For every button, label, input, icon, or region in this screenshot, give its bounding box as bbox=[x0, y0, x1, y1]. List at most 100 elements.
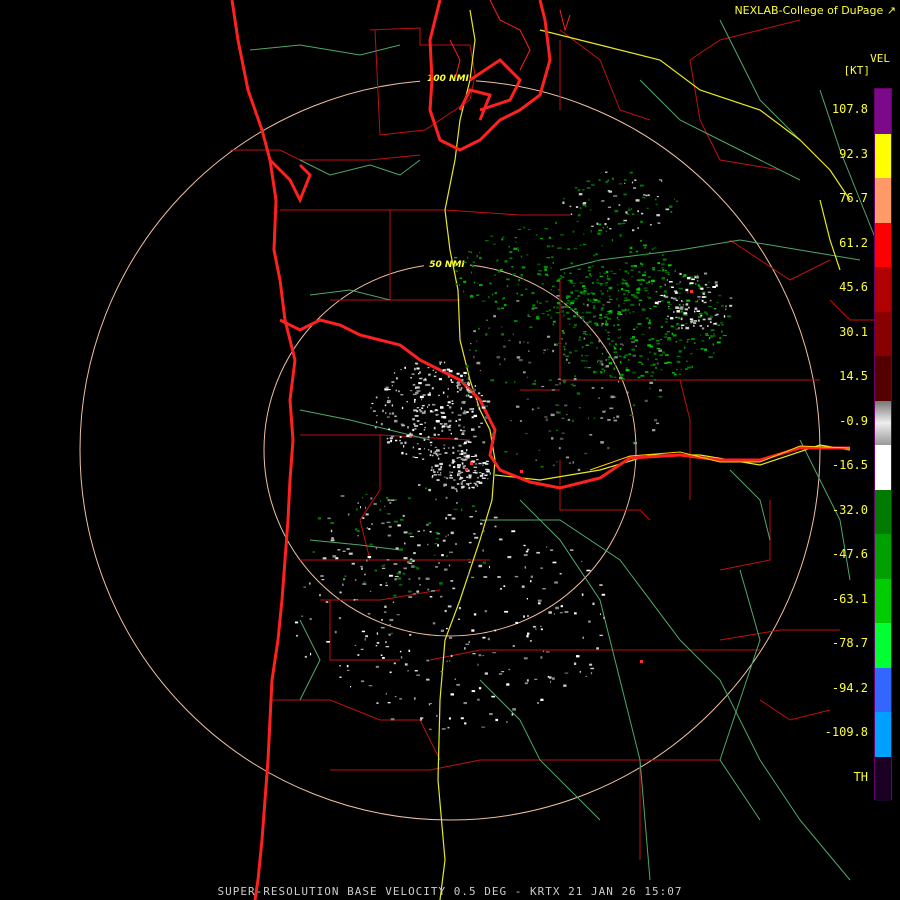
echo-pixel bbox=[504, 610, 509, 613]
echo-pixel bbox=[609, 374, 612, 377]
echo-pixel bbox=[620, 360, 622, 364]
echo-pixel bbox=[607, 446, 610, 450]
echo-pixel bbox=[542, 650, 545, 653]
echo-pixel bbox=[572, 315, 576, 318]
echo-pixel bbox=[551, 437, 554, 440]
echo-pixel bbox=[582, 636, 584, 639]
echo-pixel bbox=[492, 243, 496, 245]
echo-pixel bbox=[652, 429, 656, 432]
echo-pixel bbox=[422, 394, 426, 396]
echo-pixel bbox=[607, 190, 610, 192]
echo-pixel bbox=[675, 316, 678, 319]
echo-pixel bbox=[666, 361, 671, 363]
echo-pixel bbox=[403, 531, 408, 534]
echo-pixel bbox=[458, 424, 461, 427]
echo-pixel bbox=[465, 365, 469, 368]
echo-pixel bbox=[560, 303, 562, 306]
echo-pixel bbox=[618, 304, 620, 307]
echo-pixel bbox=[636, 288, 641, 291]
echo-pixel bbox=[388, 389, 391, 391]
echo-pixel bbox=[622, 279, 627, 282]
echo-pixel bbox=[647, 358, 650, 361]
echo-pixel bbox=[623, 300, 628, 302]
echo-pixel bbox=[627, 209, 631, 211]
echo-pixel bbox=[637, 210, 639, 213]
echo-pixel bbox=[598, 339, 600, 343]
echo-pixel bbox=[338, 617, 342, 620]
echo-pixel bbox=[584, 360, 588, 362]
echo-pixel bbox=[339, 591, 342, 594]
echo-pixel bbox=[449, 551, 453, 553]
colorbar-segment bbox=[875, 356, 891, 401]
echo-pixel bbox=[582, 312, 584, 314]
echo-pixel bbox=[619, 234, 622, 237]
echo-pixel bbox=[569, 205, 572, 208]
echo-pixel bbox=[567, 279, 570, 281]
echo-pixel bbox=[690, 321, 693, 323]
echo-pixel bbox=[357, 654, 360, 656]
echo-pixel bbox=[593, 417, 596, 419]
echo-pixel bbox=[549, 309, 551, 311]
echo-pixel bbox=[647, 194, 650, 197]
echo-pixel bbox=[558, 447, 561, 450]
echo-pixel bbox=[600, 417, 604, 419]
echo-pixel bbox=[598, 179, 601, 182]
echo-pixel bbox=[463, 426, 465, 429]
highways bbox=[249, 19, 881, 881]
echo-pixel bbox=[530, 580, 532, 583]
echo-pixel bbox=[466, 483, 470, 485]
echo-pixel bbox=[504, 260, 508, 263]
echo-pixel bbox=[718, 294, 722, 297]
echo-pixel bbox=[466, 390, 471, 392]
echo-pixel bbox=[471, 410, 474, 413]
echo-pixel bbox=[608, 298, 613, 300]
echo-pixel bbox=[460, 450, 464, 453]
echo-pixel bbox=[360, 648, 364, 650]
echo-pixel bbox=[707, 317, 712, 321]
echo-pixel bbox=[468, 640, 470, 643]
echo-pixel bbox=[491, 433, 495, 436]
echo-pixel bbox=[559, 612, 563, 614]
echo-pixel bbox=[554, 384, 559, 386]
echo-pixel bbox=[447, 388, 449, 390]
echo-pixel bbox=[699, 334, 702, 336]
echo-pixel bbox=[631, 276, 634, 278]
echo-pixel bbox=[575, 206, 579, 208]
echo-pixel bbox=[498, 673, 503, 675]
echo-pixel bbox=[385, 646, 390, 648]
echo-pixel bbox=[436, 413, 438, 416]
echo-pixel bbox=[705, 334, 709, 336]
echo-pixel bbox=[414, 425, 419, 427]
echo-pixel bbox=[581, 346, 584, 349]
echo-pixel bbox=[658, 395, 663, 398]
echo-pixel bbox=[482, 636, 486, 639]
echo-pixel bbox=[698, 319, 700, 322]
echo-pixel bbox=[516, 356, 521, 359]
echo-pixel bbox=[418, 577, 421, 580]
echo-pixel bbox=[584, 366, 588, 369]
echo-pixel bbox=[712, 343, 715, 346]
echo-pixel bbox=[343, 578, 346, 581]
echo-pixel bbox=[525, 433, 528, 434]
echo-pixel bbox=[614, 356, 618, 359]
echo-pixel bbox=[514, 237, 517, 239]
echo-pixel bbox=[699, 312, 703, 316]
echo-pixel bbox=[621, 288, 624, 291]
colorbar-segment bbox=[875, 445, 891, 490]
echo-pixel bbox=[708, 305, 712, 307]
echo-pixel bbox=[599, 272, 602, 274]
echo-pixel bbox=[380, 627, 385, 629]
echo-pixel bbox=[451, 403, 454, 405]
echo-pixel bbox=[721, 324, 724, 326]
echo-pixel bbox=[558, 299, 562, 301]
echo-pixel bbox=[523, 371, 526, 374]
echo-pixel bbox=[474, 469, 477, 472]
echo-pixel bbox=[609, 228, 612, 230]
echo-pixel bbox=[461, 378, 464, 381]
echo-pixel bbox=[463, 371, 467, 375]
echo-pixel bbox=[432, 469, 435, 472]
echo-pixel bbox=[721, 330, 723, 333]
echo-pixel bbox=[661, 179, 663, 182]
echo-pixel bbox=[468, 251, 471, 253]
echo-pixel bbox=[547, 314, 550, 316]
